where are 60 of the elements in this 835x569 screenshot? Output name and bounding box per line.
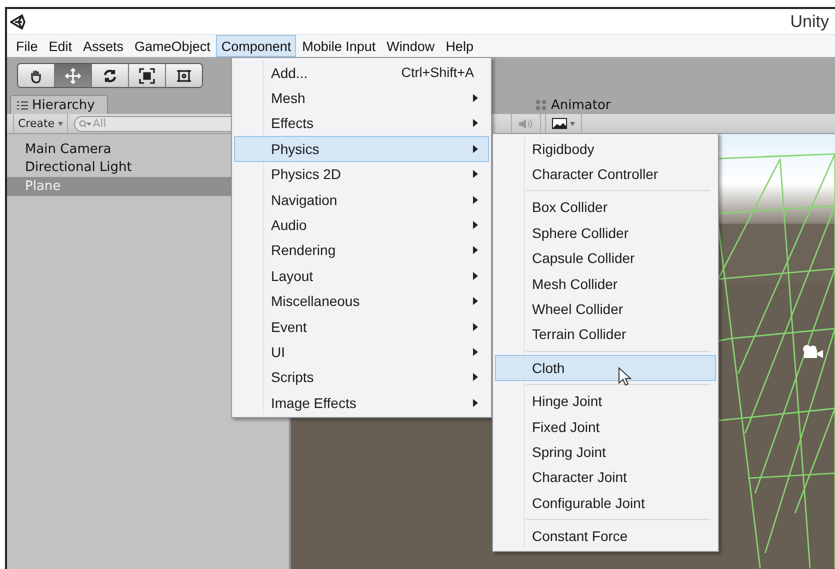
tool-button[interactable] — [129, 64, 166, 87]
tool-button[interactable] — [166, 64, 202, 87]
menu-item[interactable]: Mesh — [234, 85, 489, 111]
animator-tab[interactable]: Animator — [528, 95, 624, 114]
scale-icon — [139, 68, 155, 84]
menu-item[interactable]: Spring Joint — [495, 439, 716, 465]
menu-item[interactable]: Sphere Collider — [495, 220, 716, 246]
menu-item[interactable]: Assets — [78, 35, 129, 57]
tab-label: Hierarchy — [32, 98, 95, 112]
hand-icon — [28, 68, 44, 84]
menu-item[interactable]: Component — [216, 35, 296, 57]
image-icon — [552, 118, 567, 129]
menu-item[interactable]: UI — [234, 339, 489, 365]
menu-item[interactable]: Help — [440, 35, 478, 57]
menu-item[interactable]: Box Collider — [495, 194, 716, 220]
menu-item[interactable]: Configurable Joint — [495, 490, 716, 516]
menu-item[interactable]: Character Joint — [495, 464, 716, 490]
menu-item[interactable]: Fixed Joint — [495, 414, 716, 440]
rect-tool-icon — [176, 68, 192, 84]
menu-item[interactable]: Event — [234, 314, 489, 340]
menu-item[interactable]: Character Controller — [495, 161, 716, 187]
rotate-icon — [102, 68, 118, 84]
menu-item[interactable]: Mobile Input — [297, 35, 381, 57]
menu-item[interactable]: Rigidbody — [495, 136, 716, 162]
window-title: Unity — [790, 12, 829, 32]
move-icon — [65, 68, 81, 84]
menu-item[interactable]: Audio — [234, 212, 489, 238]
list-icon — [17, 100, 28, 110]
menu-item[interactable]: File — [11, 35, 43, 57]
menu-item[interactable]: Wheel Collider — [495, 296, 716, 322]
unity-logo-icon — [10, 14, 26, 30]
tab-label: Animator — [551, 98, 611, 112]
menu-item[interactable]: Window — [382, 35, 440, 57]
tool-button[interactable] — [92, 64, 129, 87]
search-icon — [78, 120, 91, 128]
menu-item[interactable]: Rendering — [234, 238, 489, 264]
menu-item[interactable]: GameObject — [130, 35, 216, 57]
menu-item[interactable]: Hinge Joint — [495, 388, 716, 414]
mouse-pointer-icon — [618, 367, 632, 387]
hierarchy-tab[interactable]: Hierarchy — [10, 95, 108, 114]
menu-item[interactable]: Physics — [234, 136, 489, 162]
menu-item[interactable]: Mesh Collider — [495, 270, 716, 296]
menu-item[interactable]: Edit — [44, 35, 78, 57]
menu-item[interactable]: Scripts — [234, 364, 489, 390]
caret-icon — [58, 122, 63, 126]
menu-item[interactable]: Constant Force — [495, 523, 716, 549]
menu-item[interactable]: Image Effects — [234, 390, 489, 416]
caret-icon — [570, 122, 575, 126]
create-button[interactable]: Create — [13, 114, 68, 133]
menu-item[interactable]: Miscellaneous — [234, 288, 489, 314]
tool-button[interactable] — [18, 64, 55, 87]
menu-item[interactable]: Terrain Collider — [495, 322, 716, 348]
animator-icon — [535, 99, 547, 111]
speaker-icon — [518, 118, 534, 130]
search-placeholder: All — [92, 117, 106, 130]
menu-item[interactable]: Add... Ctrl+Shift+A — [234, 60, 489, 86]
menu-item[interactable]: Capsule Collider — [495, 246, 716, 271]
menu-item[interactable]: Cloth — [495, 355, 716, 381]
menu-item[interactable]: Layout — [234, 263, 489, 289]
camera-icon — [801, 344, 825, 360]
